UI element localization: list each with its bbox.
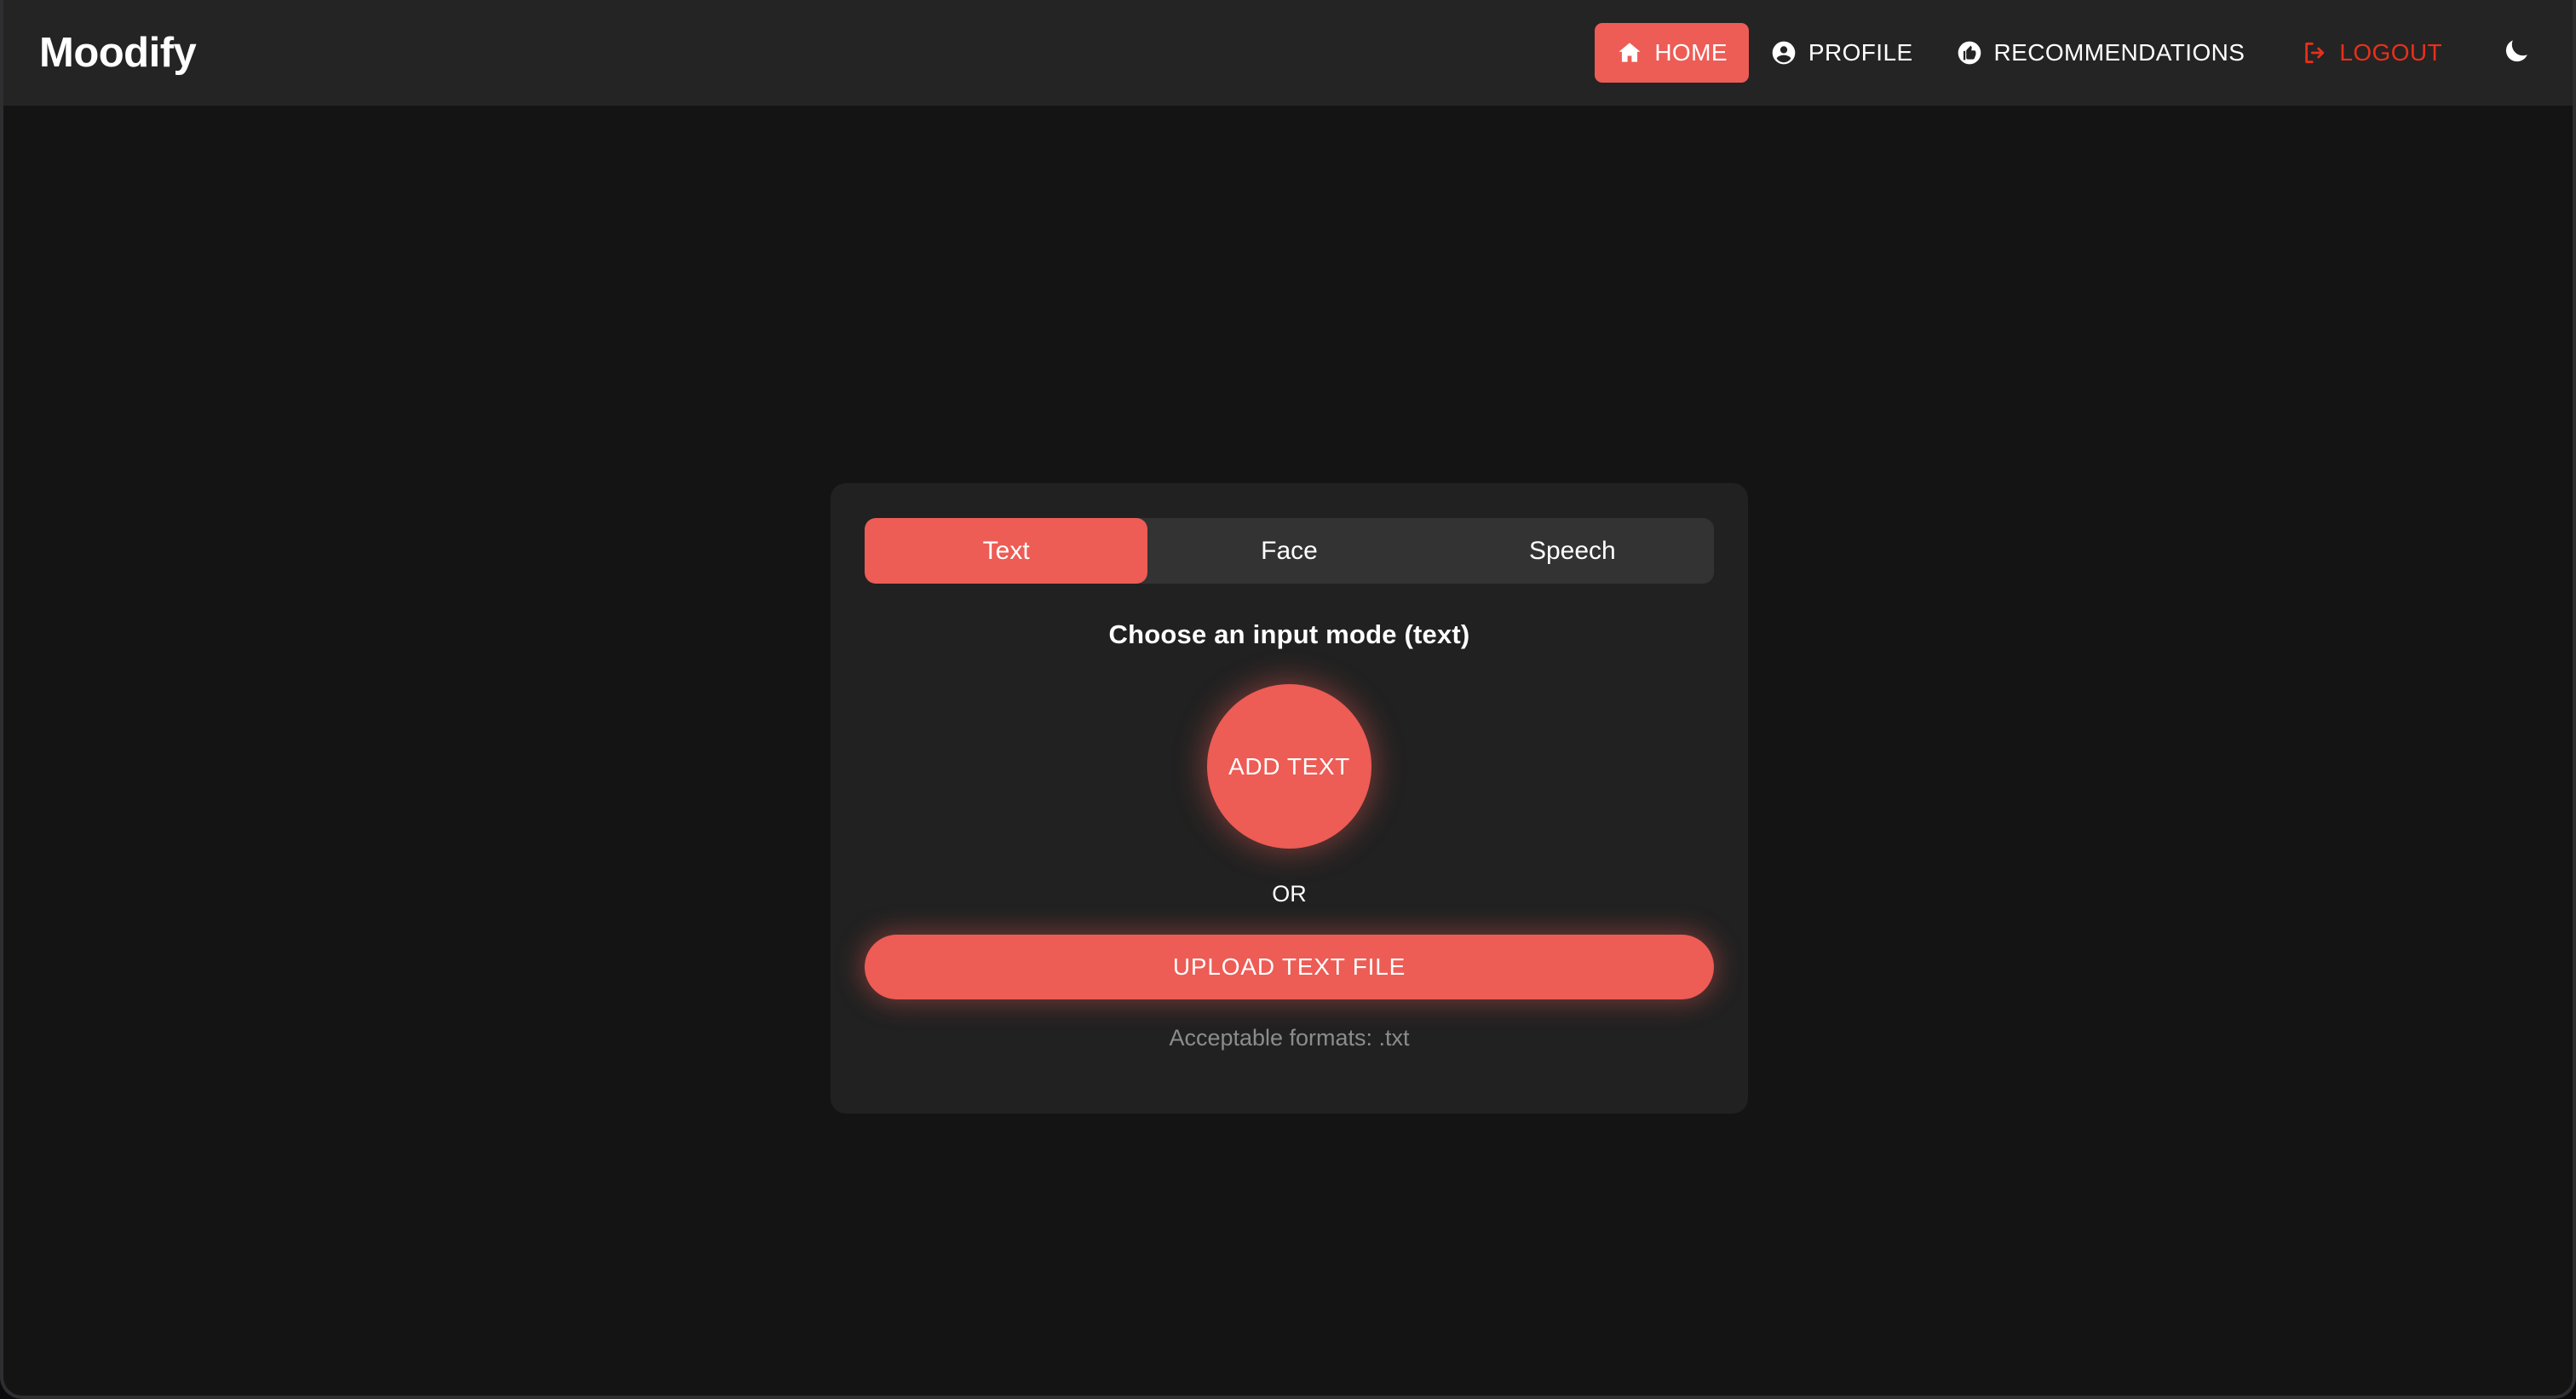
upload-text-file-button[interactable]: UPLOAD TEXT FILE <box>865 935 1714 999</box>
or-separator-label: OR <box>1272 881 1307 907</box>
nav-item-home-label: HOME <box>1654 39 1728 66</box>
acceptable-formats-note: Acceptable formats: .txt <box>1169 1025 1410 1051</box>
nav-item-logout[interactable]: LOGOUT <box>2280 23 2464 83</box>
nav-item-profile[interactable]: PROFILE <box>1749 23 1935 83</box>
nav-item-recommendations-label: RECOMMENDATIONS <box>1993 39 2245 66</box>
tab-text[interactable]: Text <box>865 518 1148 584</box>
logout-icon <box>2301 39 2328 66</box>
tab-face-label: Face <box>1261 536 1318 565</box>
add-text-button[interactable]: ADD TEXT <box>1207 684 1371 849</box>
tab-speech-label: Speech <box>1528 536 1616 565</box>
tab-speech[interactable]: Speech <box>1431 518 1714 584</box>
theme-toggle-button[interactable] <box>2486 22 2547 83</box>
input-mode-tabs: Text Face Speech <box>865 518 1714 584</box>
browser-window: Moodify HOME PROFILE RECOMMENDATIONS LOG… <box>0 0 2576 1399</box>
nav-item-logout-label: LOGOUT <box>2339 39 2442 66</box>
moon-icon <box>2501 36 2532 71</box>
app-logo: Moodify <box>39 29 197 76</box>
nav-item-recommendations[interactable]: RECOMMENDATIONS <box>1935 23 2267 83</box>
page-body: Text Face Speech Choose an input mode (t… <box>3 106 2573 1396</box>
input-mode-card: Text Face Speech Choose an input mode (t… <box>831 483 1748 1114</box>
tab-face[interactable]: Face <box>1147 518 1430 584</box>
input-mode-title: Choose an input mode (text) <box>1108 619 1470 649</box>
thumb-up-circle-icon <box>1956 39 1983 66</box>
add-text-button-wrapper: ADD TEXT <box>865 684 1714 849</box>
account-circle-icon <box>1770 39 1797 66</box>
main-navigation: HOME PROFILE RECOMMENDATIONS LOGOUT <box>1595 22 2547 83</box>
nav-item-profile-label: PROFILE <box>1808 39 1913 66</box>
tab-text-label: Text <box>982 536 1030 565</box>
nav-item-home[interactable]: HOME <box>1595 23 1749 83</box>
home-icon <box>1616 39 1643 66</box>
app-header: Moodify HOME PROFILE RECOMMENDATIONS LOG… <box>3 0 2573 106</box>
